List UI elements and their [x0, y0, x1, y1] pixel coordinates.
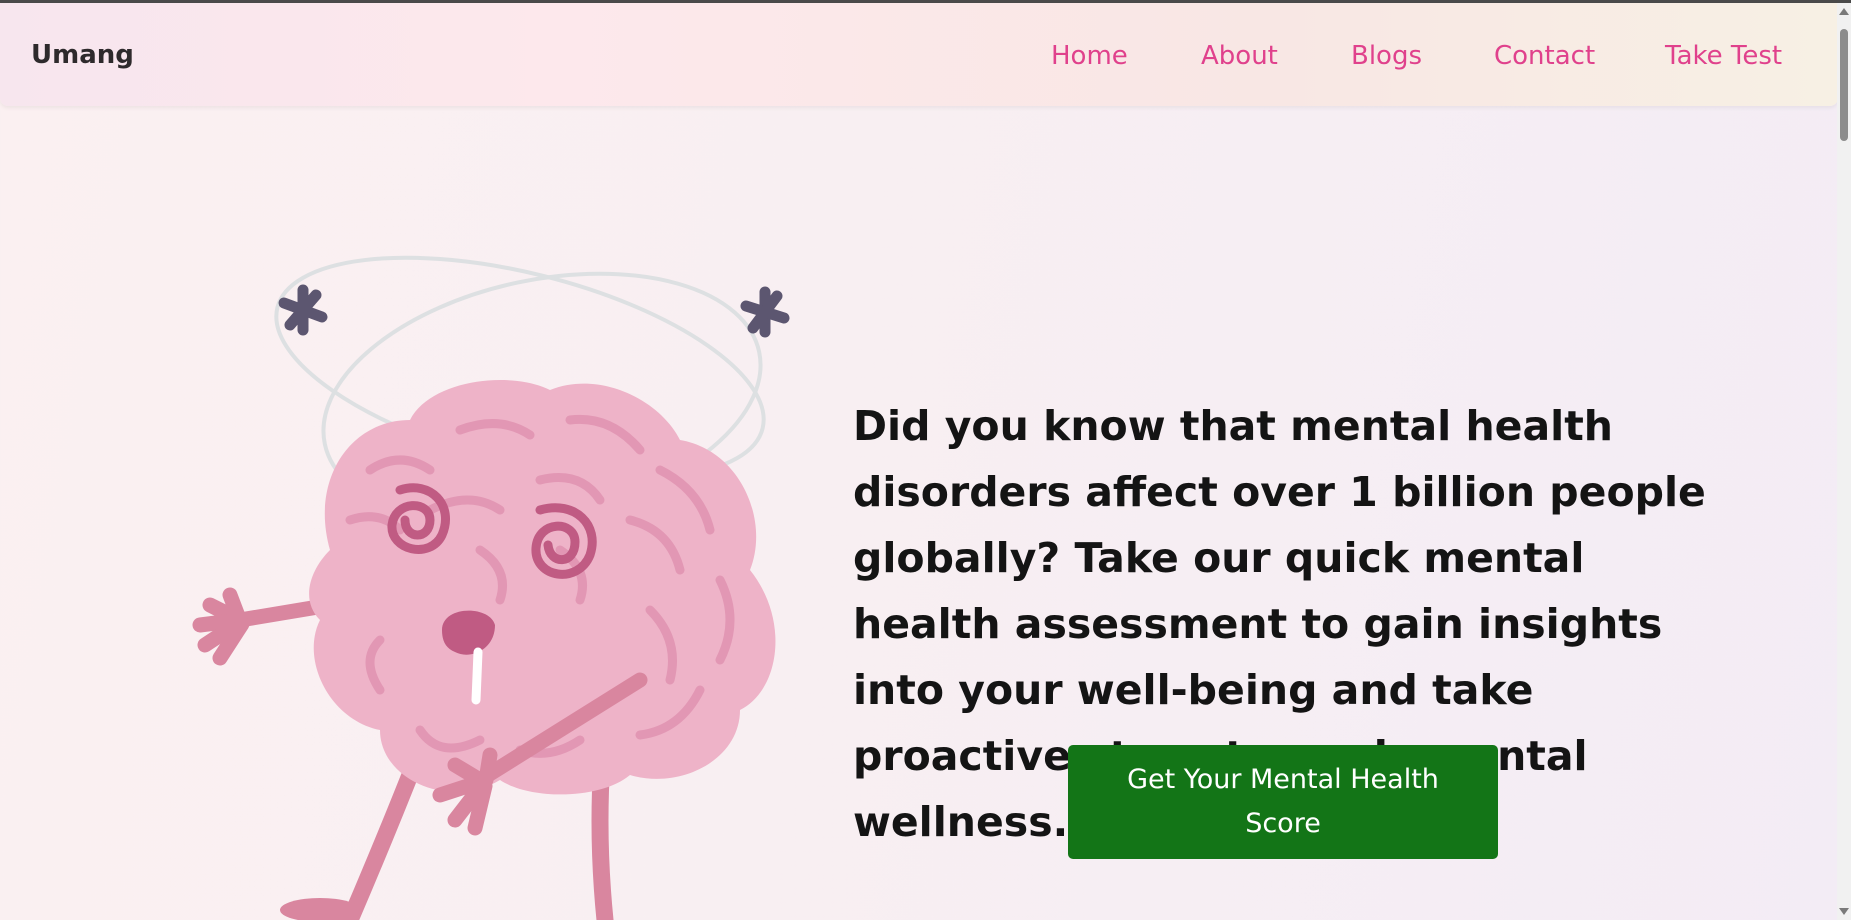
scrollbar-thumb[interactable] — [1840, 29, 1848, 141]
brand-logo[interactable]: Umang — [31, 40, 134, 70]
nav-link-home[interactable]: Home — [1051, 41, 1128, 71]
get-mental-health-score-button[interactable]: Get Your Mental Health Score — [1068, 745, 1498, 859]
nav-link-contact[interactable]: Contact — [1494, 41, 1595, 71]
scroll-up-arrow-icon[interactable] — [1839, 8, 1849, 15]
dizzy-brain-icon — [180, 220, 840, 920]
nav-link-take-test[interactable]: Take Test — [1665, 41, 1782, 71]
nav-link-blogs[interactable]: Blogs — [1351, 41, 1422, 71]
scroll-down-arrow-icon[interactable] — [1839, 908, 1849, 915]
navbar: Umang Home About Blogs Contact Take Test — [0, 3, 1838, 106]
vertical-scrollbar[interactable] — [1837, 3, 1851, 920]
nav-link-about[interactable]: About — [1201, 41, 1278, 71]
